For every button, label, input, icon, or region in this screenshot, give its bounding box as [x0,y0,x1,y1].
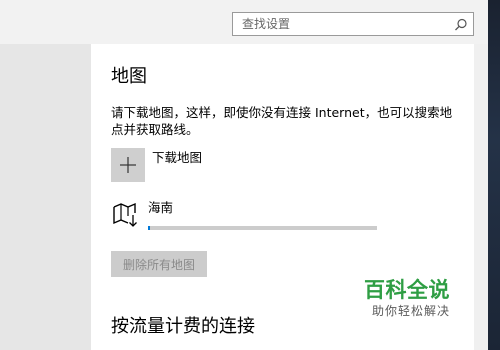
desktop-background [488,0,500,350]
download-progress-bar [148,226,377,230]
maps-description: 请下载地图，这样，即使你没有连接 Internet，也可以搜索地点并获取路线。 [111,105,453,137]
download-maps-label[interactable]: 下载地图 [152,150,202,165]
search-input[interactable]: 查找设置 [242,17,290,31]
region-name: 海南 [148,200,174,215]
maps-settings-panel: 地图 请下载地图，这样，即使你没有连接 Internet，也可以搜索地点并获取路… [91,44,474,350]
watermark-logo-title: 百科全说 [364,278,450,302]
watermark-logo-subtitle: 助你轻松解决 [372,304,451,318]
search-icon[interactable] [454,17,468,31]
map-download-icon [113,202,137,227]
metered-connections-heading: 按流量计费的连接 [111,316,255,337]
search-box[interactable]: 查找设置 [232,12,474,36]
download-progress-fill [148,226,151,230]
plus-icon [120,157,136,173]
delete-all-maps-button[interactable]: 删除所有地图 [111,251,207,277]
navigation-pane [0,44,91,350]
scrollbar[interactable] [474,44,488,350]
page-title: 地图 [111,66,147,87]
download-maps-button[interactable] [111,148,145,182]
settings-header: 查找设置 [0,0,488,44]
